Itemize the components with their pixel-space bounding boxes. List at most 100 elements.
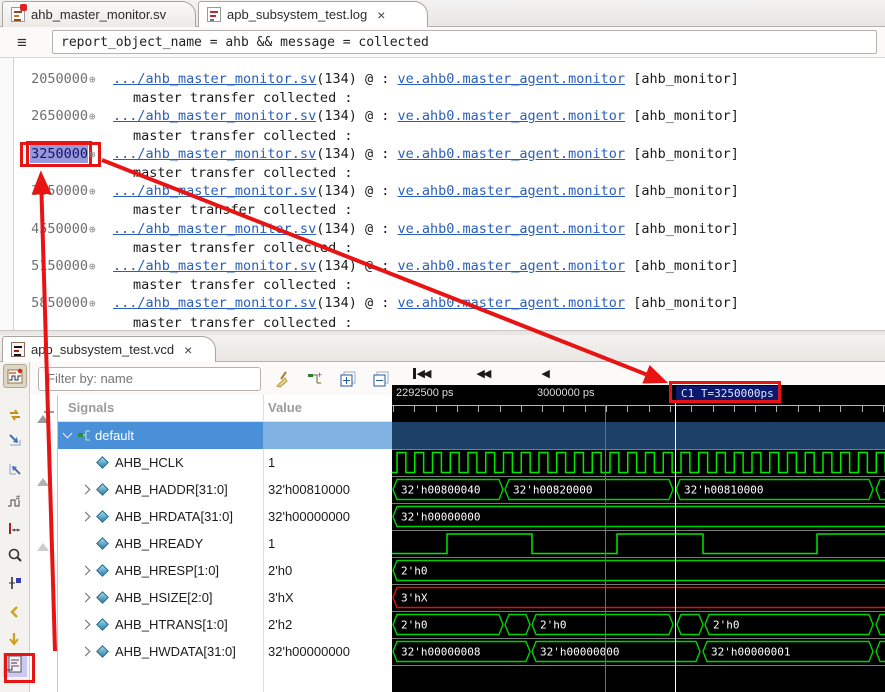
waveform-row-ahb_hsize20[interactable]: 3'hX <box>392 584 885 611</box>
chevron-collapsed-icon[interactable] <box>81 566 91 576</box>
step-back-button[interactable]: ◀ <box>541 367 547 380</box>
waveform-tabbar: apb_subsystem_test.vcd × <box>0 335 885 362</box>
collapse-down-icon[interactable] <box>3 627 27 651</box>
tab-apb-subsystem-test-vcd[interactable]: apb_subsystem_test.vcd × <box>2 336 216 362</box>
monitor-path-link[interactable]: ve.ahb0.master_agent.monitor <box>397 295 625 311</box>
log-timestamp[interactable]: 5850000 <box>30 294 88 312</box>
tab-ahb-master-monitor[interactable]: ahb_master_monitor.sv <box>2 1 196 27</box>
tree-signal-row[interactable]: AHB_HCLK1 <box>58 449 392 476</box>
signal-name: AHB_HWDATA[31:0] <box>115 644 236 659</box>
tree-signal-row[interactable]: AHB_HADDR[31:0]32'h00810000 <box>58 476 392 503</box>
tree-signal-row[interactable]: AHB_HRDATA[31:0]32'h00000000 <box>58 503 392 530</box>
chevron-collapsed-icon[interactable] <box>81 647 91 657</box>
log-timestamp[interactable]: 5150000 <box>30 257 88 275</box>
collapse-left-icon[interactable] <box>3 600 27 624</box>
signal-name: AHB_HRESP[1:0] <box>115 563 219 578</box>
waveform-row-ahb_haddr310[interactable]: 32'h0080004032'h0082000032'h008100003 <box>392 476 885 503</box>
close-tab-icon[interactable]: × <box>184 343 192 357</box>
sync-icon[interactable] <box>3 403 27 427</box>
log-timestamp[interactable]: 2050000 <box>30 70 88 88</box>
clear-filter-broom-icon[interactable] <box>272 368 294 390</box>
log-line-text: (134) @ : <box>316 295 397 311</box>
chevron-collapsed-icon[interactable] <box>81 512 91 522</box>
expand-all-icon[interactable] <box>337 368 359 390</box>
cursor-line[interactable] <box>675 401 676 692</box>
source-file-link[interactable]: .../ahb_master_monitor.sv <box>113 108 316 124</box>
log-timestamp[interactable]: 3250000 <box>30 145 88 163</box>
log-timestamp[interactable]: 4550000 <box>30 220 88 238</box>
collapse-all-icon[interactable] <box>370 368 392 390</box>
svg-text:32'h00000000: 32'h00000000 <box>540 646 619 659</box>
waveform-canvas[interactable]: 2292500 ps 3000000 ps C1 T=3250000ps 32'… <box>392 385 885 692</box>
fast-rewind-button[interactable]: ◀◀ <box>476 367 489 380</box>
import-signals-icon[interactable] <box>3 428 27 452</box>
trace-log-icon[interactable] <box>3 653 27 677</box>
source-file-link[interactable]: .../ahb_master_monitor.sv <box>113 183 316 199</box>
signal-diamond-icon <box>96 510 109 523</box>
log-timestamp[interactable]: 2650000 <box>30 107 88 125</box>
monitor-path-link[interactable]: ve.ahb0.master_agent.monitor <box>397 71 625 87</box>
signal-filter-input[interactable] <box>38 367 261 391</box>
waveform-row-ahb_hready[interactable] <box>392 530 885 557</box>
svg-text:2'h0: 2'h0 <box>401 619 428 632</box>
expand-entry-icon[interactable]: ⊕ <box>89 258 101 276</box>
tree-signal-row[interactable]: AHB_HWDATA[31:0]32'h00000000 <box>58 638 392 665</box>
waveform-row-ahb_hresp10[interactable]: 2'h0 <box>392 557 885 584</box>
log-timestamp[interactable]: 3950000 <box>30 182 88 200</box>
view-menu-icon[interactable]: ≡ <box>17 34 37 51</box>
waveform-row-ahb_hwdata310[interactable]: 32'h0000000832'h0000000032'h00000001 <box>392 638 885 665</box>
zoom-tool-icon[interactable] <box>3 543 27 567</box>
clock-count-icon[interactable]: # <box>3 490 27 514</box>
waveform-row-ahb_hrdata310[interactable]: 32'h00000000 <box>392 503 885 530</box>
log-filter-input[interactable] <box>52 30 877 54</box>
timeline-tick <box>606 405 607 412</box>
waveform-row-ahb_htrans10[interactable]: 2'h02'h02'h0 <box>392 611 885 638</box>
expand-entry-icon[interactable]: ⊕ <box>89 221 101 239</box>
monitor-path-link[interactable]: ve.ahb0.master_agent.monitor <box>397 183 625 199</box>
skip-to-start-button[interactable]: ◀◀ <box>413 367 429 380</box>
export-signals-icon[interactable] <box>3 457 27 481</box>
tree-signal-row[interactable]: AHB_HTRANS[1:0]2'h2 <box>58 611 392 638</box>
source-file-link[interactable]: .../ahb_master_monitor.sv <box>113 146 316 162</box>
tree-signal-row[interactable]: AHB_HRESP[1:0]2'h0 <box>58 557 392 584</box>
signals-column-header[interactable]: Signals <box>68 400 114 415</box>
add-to-tree-icon[interactable]: + <box>305 368 327 390</box>
monitor-path-link[interactable]: ve.ahb0.master_agent.monitor <box>397 258 625 274</box>
monitor-path-link[interactable]: ve.ahb0.master_agent.monitor <box>397 108 625 124</box>
cursor-t-icon[interactable] <box>3 571 27 595</box>
value-column-header[interactable]: Value <box>268 400 302 415</box>
source-file-link[interactable]: .../ahb_master_monitor.sv <box>113 258 316 274</box>
source-file-link[interactable]: .../ahb_master_monitor.sv <box>113 221 316 237</box>
close-tab-icon[interactable]: × <box>377 8 385 22</box>
tree-signal-row[interactable]: AHB_HREADY1 <box>58 530 392 557</box>
expand-entry-icon[interactable]: ⊕ <box>89 183 101 201</box>
source-file-link[interactable]: .../ahb_master_monitor.sv <box>113 295 316 311</box>
log-file-icon <box>207 7 221 22</box>
scroll-top-icon[interactable] <box>37 415 49 423</box>
scroll-up-icon[interactable] <box>37 478 49 486</box>
expand-entry-icon[interactable]: ⊕ <box>89 295 101 313</box>
chevron-collapsed-icon[interactable] <box>81 620 91 630</box>
timeline-tick <box>542 405 543 412</box>
timeline-tick <box>713 405 714 412</box>
expand-entry-icon[interactable]: ⊕ <box>89 146 101 164</box>
monitor-path-link[interactable]: ve.ahb0.master_agent.monitor <box>397 146 625 162</box>
expand-entry-icon[interactable]: ⊕ <box>89 71 101 89</box>
monitor-path-link[interactable]: ve.ahb0.master_agent.monitor <box>397 221 625 237</box>
waveform-viewer-icon[interactable] <box>3 364 27 388</box>
row-separator <box>392 503 885 504</box>
chevron-collapsed-icon[interactable] <box>81 485 91 495</box>
tree-signal-row[interactable]: AHB_HSIZE[2:0]3'hX <box>58 584 392 611</box>
svg-text:3'hX: 3'hX <box>401 592 428 605</box>
waveform-row-ahb_hclk[interactable] <box>392 449 885 476</box>
chevron-collapsed-icon[interactable] <box>81 593 91 603</box>
log-tag: [ahb_monitor] <box>625 183 739 199</box>
expand-entry-icon[interactable]: ⊕ <box>89 108 101 126</box>
cursor-measure-icon[interactable] <box>3 517 27 541</box>
tab-apb-subsystem-test-log[interactable]: apb_subsystem_test.log × <box>198 1 428 27</box>
source-file-link[interactable]: .../ahb_master_monitor.sv <box>113 71 316 87</box>
scroll-marker-icon[interactable] <box>37 543 49 551</box>
waveform-row-default[interactable] <box>392 422 885 449</box>
tree-group-row-default[interactable]: default <box>58 422 392 449</box>
timeline-tick <box>563 405 564 412</box>
